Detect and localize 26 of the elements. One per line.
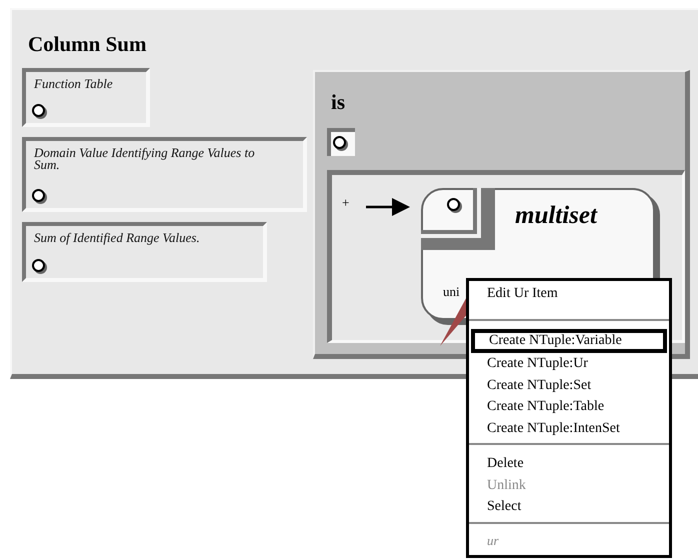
input-box[interactable]: Sum of Identified Range Values. — [22, 222, 267, 282]
node-title: multiset — [515, 202, 597, 230]
panel-title: is — [331, 90, 346, 115]
input-label: Function Table — [33, 75, 114, 90]
menu-item[interactable]: Create NTuple:Variable — [471, 329, 667, 353]
input-box[interactable]: Function Table — [22, 68, 150, 127]
node-caption: uni — [443, 284, 460, 300]
menu-item[interactable]: Create NTuple:Set — [469, 374, 669, 396]
port-icon[interactable] — [32, 189, 45, 202]
input-label: Domain Value Identifying Range Values to Sum. — [32, 144, 256, 171]
menu-item[interactable]: Delete — [469, 453, 669, 474]
menu-item[interactable]: Create NTuple:Ur — [469, 353, 669, 374]
port-icon[interactable] — [447, 198, 460, 211]
menu-item[interactable]: Create NTuple:Table — [469, 396, 669, 418]
plus-label: + — [342, 195, 350, 211]
port-icon[interactable] — [32, 104, 45, 117]
diagram-title: Column Sum — [28, 32, 146, 57]
input-label: Sum of Identified Range Values. — [33, 229, 201, 244]
menu-item[interactable]: Select — [469, 496, 669, 518]
menu-caption: ur — [486, 532, 500, 550]
menu-item[interactable]: Create NTuple:IntenSet — [469, 418, 669, 439]
port-box[interactable] — [327, 128, 355, 156]
port-icon[interactable] — [333, 136, 346, 149]
arrow-icon — [366, 197, 412, 217]
port-icon[interactable] — [32, 259, 45, 272]
input-box[interactable]: Domain Value Identifying Range Values to Sum. — [22, 137, 307, 212]
